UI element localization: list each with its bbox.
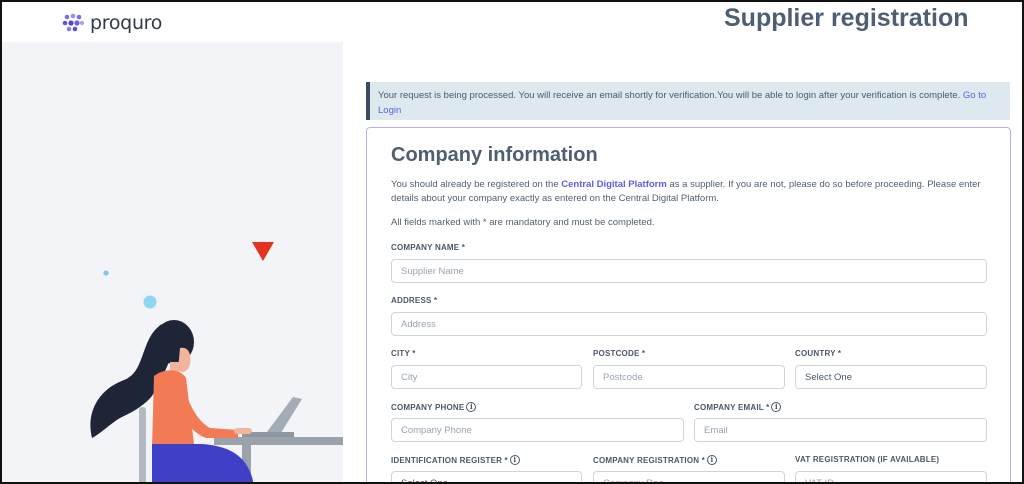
- intro-text-start: You should already be registered on the: [391, 179, 562, 190]
- vat-registration-label-text: VAT REGISTRATION (IF AVAILABLE): [795, 455, 940, 464]
- intro-text: You should already be registered on the …: [391, 178, 991, 206]
- info-icon[interactable]: i: [771, 402, 782, 412]
- company-phone-label-text: COMPANY PHONE: [391, 402, 465, 412]
- company-registration-label: COMPANY REGISTRATION * i: [593, 455, 717, 465]
- company-email-label: COMPANY EMAIL * i: [694, 402, 782, 412]
- company-email-label-text: COMPANY EMAIL *: [694, 402, 770, 412]
- small-dot-decoration: [103, 270, 109, 276]
- face: [178, 347, 191, 372]
- vat-registration-label: VAT REGISTRATION (IF AVAILABLE): [795, 455, 939, 464]
- blue-dot-decoration: [143, 295, 157, 309]
- address-input[interactable]: Address: [391, 312, 987, 336]
- section-title: Company information: [391, 144, 598, 166]
- country-label-text: COUNTRY *: [795, 349, 842, 358]
- company-name-input[interactable]: Supplier Name: [391, 259, 987, 283]
- company-registration-label-text: COMPANY REGISTRATION *: [593, 455, 705, 465]
- company-email-input[interactable]: Email: [694, 418, 987, 442]
- company-registration-input[interactable]: Company Reg: [593, 471, 785, 484]
- city-label: CITY *: [391, 349, 416, 358]
- illustration-panel: [2, 42, 343, 482]
- red-triangle-decoration: [252, 242, 274, 261]
- postcode-label: POSTCODE *: [593, 349, 645, 358]
- proquro-logo-icon: [62, 13, 84, 32]
- top-bar: proquro Supplier registration: [0, 0, 1024, 42]
- city-label-text: CITY *: [391, 349, 416, 358]
- identification-register-label-text: IDENTIFICATION REGISTER *: [391, 455, 508, 465]
- mandatory-note: All fields marked with * are mandatory a…: [391, 217, 655, 228]
- info-icon[interactable]: i: [509, 455, 520, 465]
- city-input[interactable]: City: [391, 365, 582, 389]
- company-phone-label: COMPANY PHONE i: [391, 402, 477, 412]
- legs: [152, 444, 254, 482]
- processing-notice: Your request is being processed. You wil…: [366, 82, 1010, 120]
- hand: [234, 428, 252, 434]
- address-label-text: ADDRESS *: [391, 296, 438, 305]
- identification-register-select[interactable]: Select One: [391, 471, 582, 484]
- laptop-screen: [264, 397, 302, 436]
- identification-register-label: IDENTIFICATION REGISTER * i: [391, 455, 520, 465]
- page-title: Supplier registration: [724, 4, 969, 32]
- info-icon[interactable]: i: [706, 455, 717, 465]
- company-phone-input[interactable]: Company Phone: [391, 418, 684, 442]
- address-label: ADDRESS *: [391, 296, 437, 305]
- central-digital-platform-link[interactable]: Central Digital Platform: [561, 179, 667, 190]
- brand-logo[interactable]: proquro: [62, 12, 162, 34]
- postcode-input[interactable]: Postcode: [593, 365, 785, 389]
- woman-at-laptop-illustration: [90, 242, 343, 482]
- company-information-card: Company information You should already b…: [366, 127, 1011, 484]
- desk: [214, 437, 343, 445]
- country-label: COUNTRY *: [795, 349, 841, 358]
- chair-back: [139, 407, 146, 482]
- notice-message: Your request is being processed. You wil…: [378, 90, 963, 101]
- postcode-label-text: POSTCODE *: [593, 349, 646, 358]
- company-name-label: COMPANY NAME *: [391, 243, 465, 252]
- company-name-label-text: COMPANY NAME *: [391, 243, 466, 252]
- info-icon[interactable]: i: [466, 402, 477, 412]
- country-select[interactable]: Select One: [795, 365, 987, 389]
- vat-registration-input[interactable]: VAT ID: [795, 471, 987, 484]
- brand-name: proquro: [90, 12, 163, 34]
